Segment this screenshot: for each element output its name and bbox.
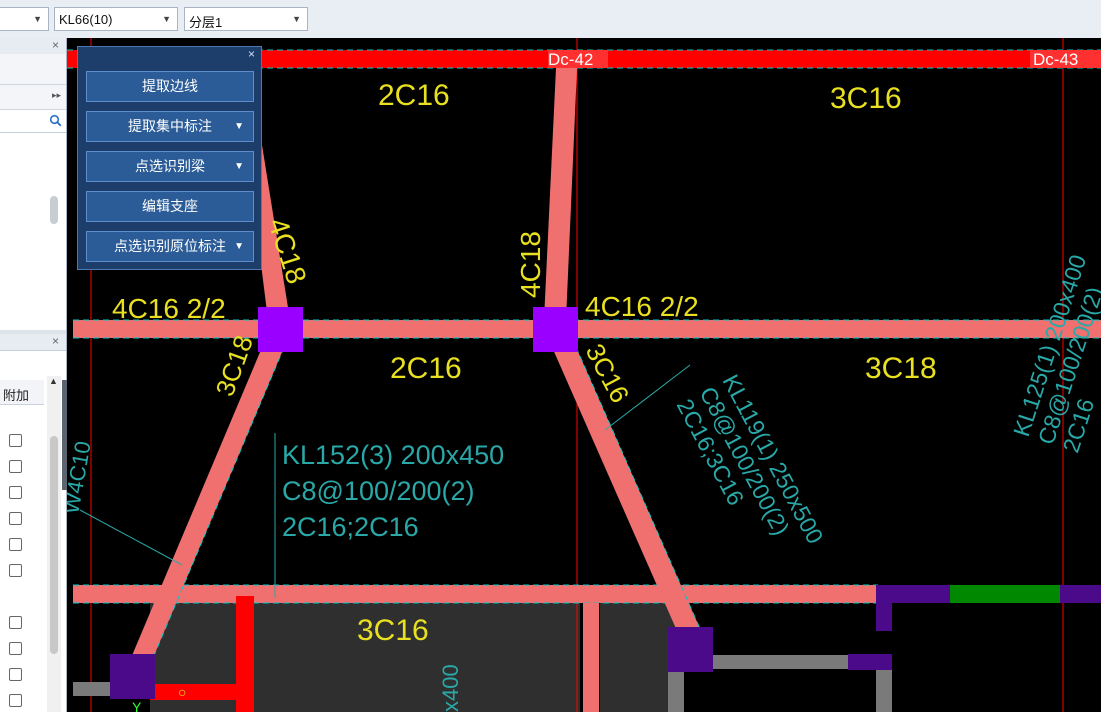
close-icon[interactable]: × xyxy=(248,47,255,61)
beam-annotation-line: 2C16;2C16 xyxy=(282,512,419,542)
point-identify-beam-button[interactable]: 点选识别梁 ▼ xyxy=(86,151,254,182)
beam-selector-dropdown[interactable]: KL66(10) ▼ xyxy=(54,7,178,31)
column xyxy=(258,307,303,352)
rebar-label: 2C16 xyxy=(390,352,462,385)
panel-search-input[interactable] xyxy=(0,110,66,133)
beam-selector-value: KL66(10) xyxy=(59,12,113,27)
rebar-label: 3C16 xyxy=(830,82,902,115)
beam-annotation-line: KL152(3) 200x450 xyxy=(282,440,504,470)
row-checkbox[interactable] xyxy=(9,434,22,447)
panel-subheader: ▸▸ xyxy=(0,85,66,110)
column-header-attach: 附加 xyxy=(3,388,30,403)
beam-horizontal-low xyxy=(73,585,878,603)
button-label: 提取集中标注 xyxy=(128,118,212,134)
double-chevron-right-icon[interactable]: ▸▸ xyxy=(52,90,61,101)
close-icon[interactable]: × xyxy=(52,38,59,52)
column xyxy=(533,307,578,352)
rebar-label: 2C16 xyxy=(378,79,450,112)
rebar-label: 4C16 2/2 xyxy=(585,291,699,322)
beam-vertical-center xyxy=(544,68,577,320)
row-checkbox[interactable] xyxy=(9,512,22,525)
beam-gray xyxy=(712,655,862,669)
row-checkbox[interactable] xyxy=(9,642,22,655)
extract-edge-button[interactable]: 提取边线 xyxy=(86,71,254,102)
row-checkbox[interactable] xyxy=(9,486,22,499)
rebar-label: 3C18 xyxy=(865,352,937,385)
point-identify-in-situ-annotation-button[interactable]: 点选识别原位标注 ▼ xyxy=(86,231,254,262)
beam-annotation-kl125: KL125(1) 200x400 C8@100/200(2) 2C16 xyxy=(1008,252,1101,456)
beam-short-vertical xyxy=(583,603,599,712)
leader-line xyxy=(79,509,183,566)
beam-gray xyxy=(668,670,684,712)
toolbar: ▼ KL66(10) ▼ 分层1 ▼ xyxy=(0,0,1101,39)
button-label: 点选识别梁 xyxy=(135,158,205,174)
left-panel: × ▸▸ × 附加 ▲ xyxy=(0,38,67,712)
table-scrollbar[interactable]: ▲ xyxy=(47,376,61,712)
beam-recognition-tool-panel: × 提取边线 提取集中标注 ▼ 点选识别梁 ▼ 编辑支座 点选识别原位标注 ▼ xyxy=(77,46,262,270)
beam-green xyxy=(950,585,1060,603)
beam-red-horizontal xyxy=(150,684,250,700)
beam-purple xyxy=(848,654,892,670)
beam-gray xyxy=(876,670,892,712)
edit-support-button[interactable]: 编辑支座 xyxy=(86,191,254,222)
beam-annotation-kl119: KL119(1) 250x500 C8@100/200(2) 2C16;3C16 xyxy=(672,370,829,548)
marker-circle-label: ○ xyxy=(178,684,186,700)
rebar-label: 4C18 xyxy=(515,231,546,298)
rebar-label-partial: x400 xyxy=(438,664,463,712)
rebar-label: 3C16 xyxy=(357,614,429,647)
beam-purple xyxy=(876,603,892,631)
row-checkbox[interactable] xyxy=(9,538,22,551)
button-label: 编辑支座 xyxy=(142,198,198,214)
axis-indicator: Y xyxy=(132,699,142,712)
dropdown-arrow-icon[interactable]: ▼ xyxy=(234,112,244,141)
left-dropdown[interactable]: ▼ xyxy=(0,7,49,31)
row-checkbox[interactable] xyxy=(9,616,22,629)
row-checkbox[interactable] xyxy=(9,668,22,681)
rebar-label: 4C16 2/2 xyxy=(112,293,226,324)
beam-horizontal-mid xyxy=(73,320,1101,338)
row-checkbox[interactable] xyxy=(9,564,22,577)
panel-tab-strip xyxy=(0,54,66,85)
column xyxy=(668,627,713,672)
scroll-up-arrow-icon[interactable]: ▲ xyxy=(49,376,58,386)
column xyxy=(110,654,155,699)
search-icon[interactable] xyxy=(49,114,62,127)
chevron-down-icon: ▼ xyxy=(33,14,42,24)
dropdown-arrow-icon[interactable]: ▼ xyxy=(234,152,244,181)
axis-label-dc42: Dc-42 xyxy=(548,50,593,69)
row-checkbox[interactable] xyxy=(9,460,22,473)
axis-label-dc43: Dc-43 xyxy=(1033,50,1078,69)
row-checkbox[interactable] xyxy=(9,694,22,707)
button-label: 提取边线 xyxy=(142,78,198,94)
layer-selector-value: 分层1 xyxy=(189,15,223,30)
beam-annotation-line: C8@100/200(2) xyxy=(282,476,475,506)
beam-gray xyxy=(73,682,111,696)
scrollbar-thumb[interactable] xyxy=(50,436,58,654)
close-icon[interactable]: × xyxy=(52,334,59,348)
table-header: 附加 xyxy=(0,380,44,405)
layer-selector-dropdown[interactable]: 分层1 ▼ xyxy=(184,7,308,31)
chevron-down-icon: ▼ xyxy=(162,14,171,24)
button-label: 点选识别原位标注 xyxy=(114,238,226,254)
scrollbar-thumb[interactable] xyxy=(50,196,58,224)
extract-centralized-annotation-button[interactable]: 提取集中标注 ▼ xyxy=(86,111,254,142)
chevron-down-icon: ▼ xyxy=(292,14,301,24)
dropdown-arrow-icon[interactable]: ▼ xyxy=(234,232,244,261)
panel-header: × xyxy=(0,38,66,55)
panel-header-2: × xyxy=(0,334,66,351)
